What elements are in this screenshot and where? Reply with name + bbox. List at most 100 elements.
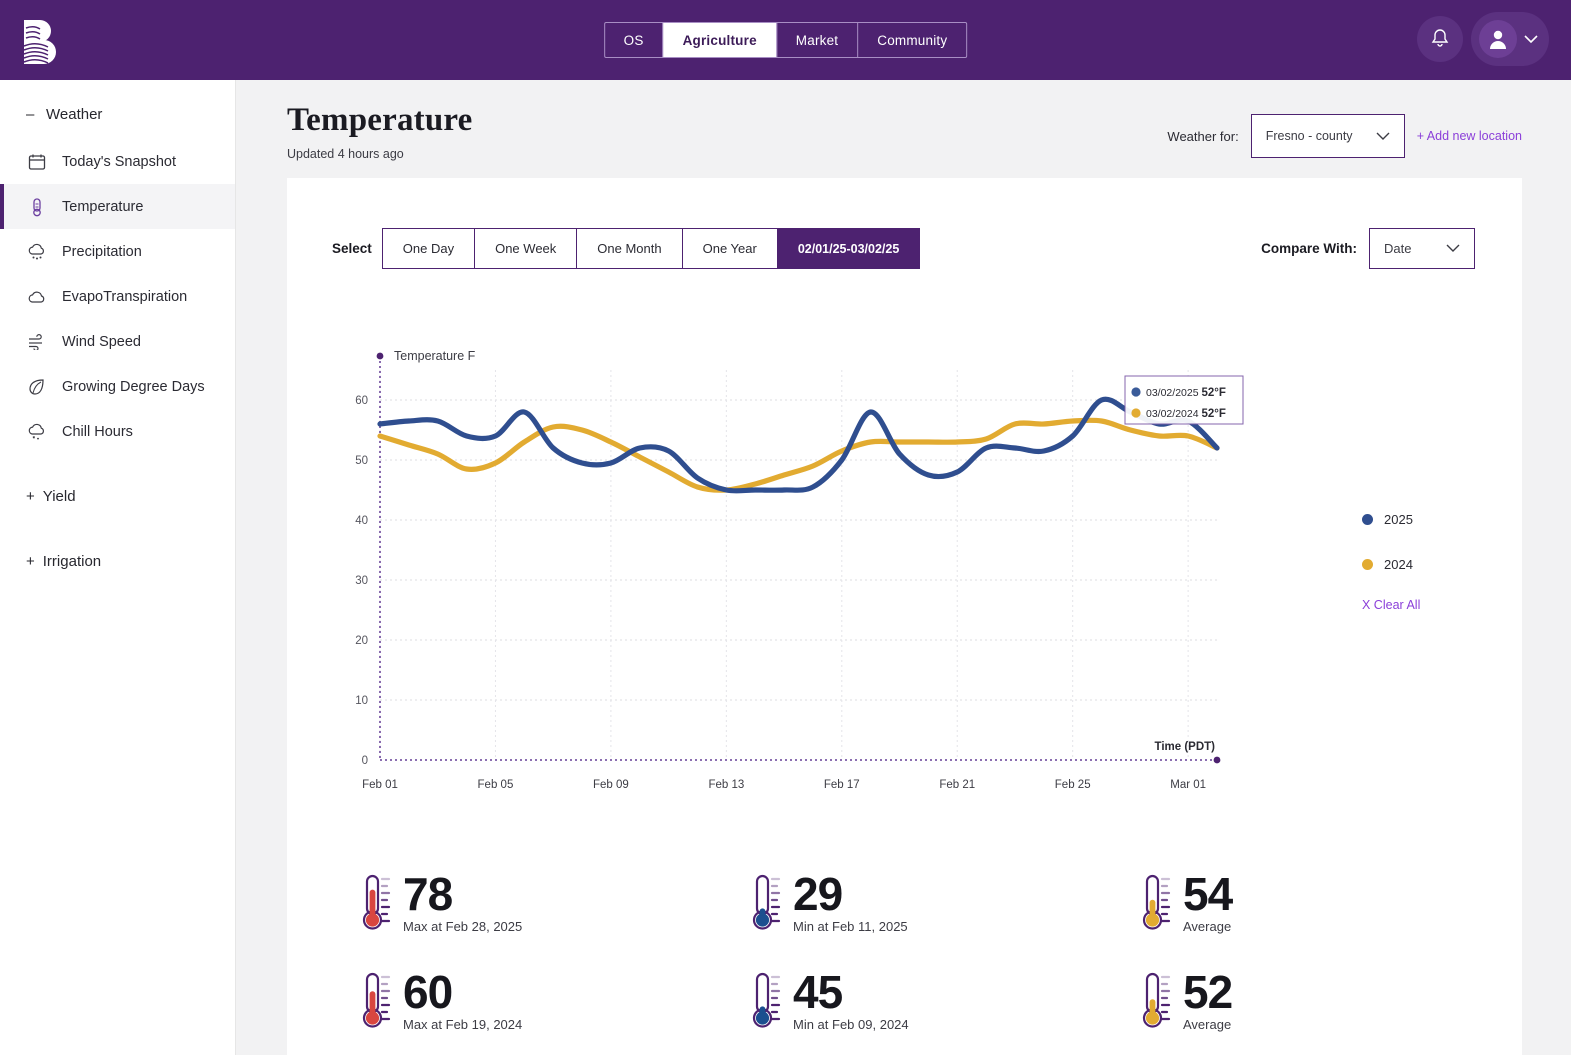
nav-tab-agriculture[interactable]: Agriculture [663,23,777,57]
thermometer-mid-icon [1139,872,1179,934]
thermometer-cold-icon [749,970,789,1032]
brand-logo-icon [23,20,56,64]
stat-average-2024: 52 Average [1067,966,1457,1055]
svg-text:Feb 25: Feb 25 [1055,779,1091,791]
sidebar-group-weather[interactable]: – Weather [0,80,235,123]
location-select[interactable]: Fresno - county [1250,114,1405,158]
temperature-card: Select One Day One Week One Month One Ye… [287,178,1522,1055]
main-content: Temperature Updated 4 hours ago Weather … [236,80,1571,1055]
stat-max-2024: 60 Max at Feb 19, 2024 [287,966,677,1055]
range-selector-row: Select One Day One Week One Month One Ye… [332,228,921,269]
sidebar-item-todays-snapshot[interactable]: Today's Snapshot [0,139,235,184]
expand-plus-icon: + [26,488,35,505]
stat-min-2025: 29 Min at Feb 11, 2025 [677,868,1067,966]
stat-caption: Min at Feb 09, 2024 [793,1017,909,1032]
legend-item-2025[interactable]: 2025 [1362,508,1512,530]
compare-with-select[interactable]: Date [1369,228,1475,269]
nav-tab-os[interactable]: OS [605,23,664,57]
thermometer-icon [26,196,48,218]
app-root: OS Agriculture Market Community – Weathe… [0,0,1571,1055]
leaf-icon [26,376,48,398]
stat-value: 45 [793,966,843,1018]
wind-icon [26,331,48,353]
nav-tab-community[interactable]: Community [858,23,966,57]
user-avatar-icon [1490,30,1506,49]
stat-caption: Max at Feb 28, 2025 [403,919,523,934]
stat-average-2025: 54 Average [1067,868,1457,966]
sidebar-item-growing-degree-days[interactable]: Growing Degree Days [0,364,235,409]
compare-with-row: Compare With: Date [1261,228,1475,269]
sidebar-item-chill-hours[interactable]: Chill Hours [0,409,235,454]
legend-color-dot [1362,558,1373,570]
legend-item-2024[interactable]: 2024 [1362,553,1512,575]
svg-text:03/02/2025 52°F: 03/02/2025 52°F [1146,387,1226,399]
range-segmented-control: One Day One Week One Month One Year 02/0… [381,228,921,269]
cloud-icon [26,286,48,308]
compare-with-value: Date [1384,241,1412,256]
sidebar-item-label: Chill Hours [62,423,133,440]
svg-text:Feb 17: Feb 17 [824,779,860,791]
stat-value: 29 [793,868,843,920]
sidebar-item-label: Temperature [62,198,144,215]
stat-max-2025: 78 Max at Feb 28, 2025 [287,868,677,966]
top-navigation-bar: OS Agriculture Market Community [0,0,1571,80]
stat-caption: Max at Feb 19, 2024 [403,1017,523,1032]
range-one-day[interactable]: One Day [383,229,476,268]
sidebar-item-precipitation[interactable]: Precipitation [0,229,235,274]
sidebar-group-label: Yield [42,488,76,505]
range-one-week[interactable]: One Week [475,229,578,268]
expand-plus-icon: + [26,553,35,570]
sidebar-group-label: Irrigation [42,553,102,570]
clear-all-link[interactable]: X Clear All [1362,598,1512,612]
svg-text:50: 50 [355,455,368,467]
svg-text:Feb 21: Feb 21 [939,779,975,791]
sidebar-item-evapotranspiration[interactable]: EvapoTranspiration [0,274,235,319]
snow-cloud-icon [26,421,48,443]
notification-bell-button[interactable] [1417,16,1463,62]
svg-text:40: 40 [355,515,368,527]
svg-text:Feb 01: Feb 01 [362,779,398,791]
stat-value: 52 [1183,966,1233,1018]
add-new-location-link[interactable]: + Add new location [1417,129,1522,143]
stat-caption: Average [1183,1017,1232,1032]
legend-color-dot [1362,513,1373,525]
stat-value: 78 [403,868,453,920]
thermometer-mid-icon [1139,970,1179,1032]
sidebar-item-label: Precipitation [62,243,142,260]
stats-row-2024: 60 Max at Feb 19, 2024 45 Min at Feb 09,… [287,966,1522,1055]
svg-text:0: 0 [362,755,368,767]
range-one-year[interactable]: One Year [683,229,778,268]
sidebar-item-label: EvapoTranspiration [62,288,188,305]
collapse-minus-icon: – [26,106,35,123]
sidebar: – Weather Today's Snapshot Temperature P… [0,80,236,1055]
nav-tab-market[interactable]: Market [777,23,859,57]
chevron-down-icon [1376,132,1390,140]
legend-label: 2025 [1384,511,1413,527]
stat-caption: Average [1183,919,1232,934]
notification-bell-icon [1431,29,1449,47]
sidebar-group-yield[interactable]: + Yield [0,488,235,505]
select-label: Select [332,241,372,256]
location-select-value: Fresno - county [1265,129,1353,143]
range-one-month[interactable]: One Month [577,229,683,268]
svg-text:10: 10 [355,695,368,707]
sidebar-item-label: Today's Snapshot [62,153,177,170]
svg-text:30: 30 [355,575,368,587]
stat-value: 60 [403,966,453,1018]
user-menu-button[interactable] [1471,12,1549,66]
sidebar-items: Today's Snapshot Temperature Precipitati… [0,139,235,454]
svg-text:Feb 13: Feb 13 [708,779,744,791]
sidebar-item-temperature[interactable]: Temperature [0,184,235,229]
chart-legend: 2025 2024 X Clear All [1362,508,1512,612]
calendar-icon [26,151,48,173]
stat-min-2024: 45 Min at Feb 09, 2024 [677,966,1067,1055]
sidebar-group-irrigation[interactable]: + Irrigation [0,553,235,570]
location-selector-row: Weather for: Fresno - county + Add new l… [1167,114,1522,158]
range-custom-dates[interactable]: 02/01/25-03/02/25 [777,229,920,268]
avatar [1479,20,1517,58]
chevron-down-icon [1446,244,1460,252]
brand-logo[interactable] [14,16,66,66]
sidebar-item-label: Growing Degree Days [62,378,205,395]
sidebar-item-wind-speed[interactable]: Wind Speed [0,319,235,364]
thermometer-hot-icon [359,872,399,934]
